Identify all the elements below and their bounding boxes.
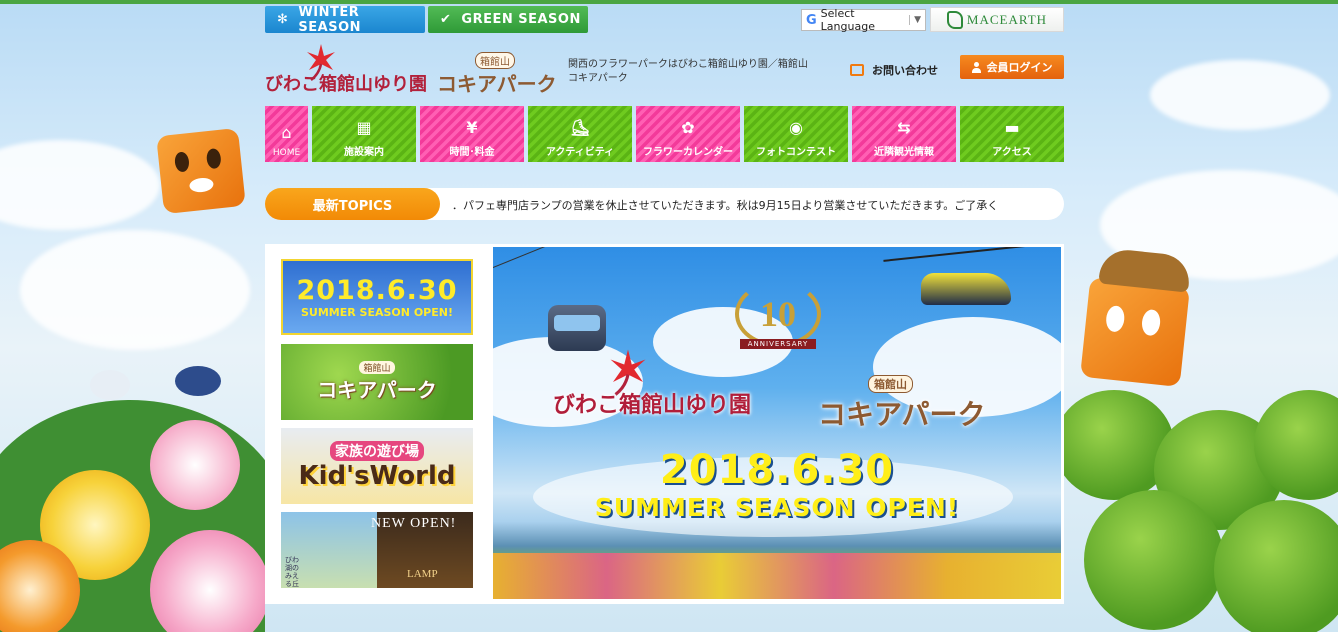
yuri-park-logo[interactable]: びわこ箱館山ゆり園 xyxy=(265,42,427,98)
topics-ticker-text[interactable]: ．パフェ専門店ランプの営業を休止させていただきます。秋は9月15日より営業させて… xyxy=(452,197,1057,213)
kids-world-banner[interactable]: 家族の遊び場 Kid'sWorld xyxy=(281,428,473,504)
hero-date: 2018.6.30 xyxy=(659,447,895,493)
new-open-banner[interactable]: びわ湖のみえる丘 LAMP NEW OPEN! xyxy=(281,512,473,588)
hero-yuri-logo: びわこ箱館山ゆり園 xyxy=(553,392,752,417)
language-select[interactable]: G Select Language ▼ xyxy=(801,7,926,33)
gondola-icon xyxy=(548,305,606,351)
mascot-eye xyxy=(1104,304,1126,333)
cloud xyxy=(20,230,250,350)
winter-season-tab[interactable]: ✻ WINTER SEASON xyxy=(265,4,425,35)
topics-label: 最新TOPICS xyxy=(265,188,440,220)
hero-kokia-sub: 箱館山 xyxy=(868,375,913,393)
cloud xyxy=(0,140,160,230)
kids-world-title: Kid'sWorld xyxy=(298,461,456,491)
helicopter-rotor xyxy=(883,247,1053,262)
nav-hours-fees-label: 時間･料金 xyxy=(449,147,495,158)
left-flower-scene xyxy=(0,360,265,632)
hill-caption: びわ湖のみえる丘 xyxy=(285,556,299,588)
lamp-label: LAMP xyxy=(407,568,438,580)
camera-icon: ◉ xyxy=(789,118,803,137)
macearth-mark-icon xyxy=(946,10,963,29)
kokia-park-logo[interactable]: 箱館山 コキアパーク xyxy=(437,52,557,98)
nav-access-label: アクセス xyxy=(992,147,1032,158)
language-select-label: Select Language xyxy=(820,7,875,33)
nav-hours-fees[interactable]: ¥ 時間･料金 xyxy=(420,106,524,162)
kokia-bush xyxy=(1084,490,1224,630)
mascot-right xyxy=(1080,277,1190,387)
right-kokia-scene xyxy=(1064,370,1338,632)
green-season-tab[interactable]: ✔ GREEN SEASON xyxy=(428,6,588,33)
nav-flower-calendar-label: フラワーカレンダー xyxy=(643,147,733,158)
summer-open-caption: SUMMER SEASON OPEN! xyxy=(301,305,453,319)
mail-icon xyxy=(850,64,864,76)
google-icon: G xyxy=(806,12,817,28)
yuri-park-logo-text: びわこ箱館山ゆり園 xyxy=(265,74,427,94)
main-nav: ⌂ HOME ▦ 施設案内 ¥ 時間･料金 ⛸ アクティビティ ✿ フラワーカレ… xyxy=(265,106,1064,162)
person-icon xyxy=(971,61,981,73)
nav-photo-contest[interactable]: ◉ フォトコンテスト xyxy=(744,106,848,162)
mascot-eye xyxy=(173,151,190,173)
nav-photo-contest-label: フォトコンテスト xyxy=(756,147,836,158)
chevron-down-icon: ▼ xyxy=(909,15,925,25)
leaf-icon: ✔ xyxy=(440,12,452,27)
mascot-eye xyxy=(205,147,222,170)
home-icon: ⌂ xyxy=(281,123,292,142)
hero-banner[interactable]: 10 ANNIVERSARY びわこ箱館山ゆり園 箱館山 コキアパーク 2018… xyxy=(493,247,1061,599)
member-login-label: 会員ログイン xyxy=(986,61,1053,74)
summer-open-banner[interactable]: 2018.6.30 SUMMER SEASON OPEN! xyxy=(281,259,473,335)
flower-icon: ✿ xyxy=(681,118,695,137)
nav-facilities-label: 施設案内 xyxy=(344,147,384,158)
hill-photo: びわ湖のみえる丘 xyxy=(281,512,377,588)
yen-icon: ¥ xyxy=(466,118,478,137)
hero-open-caption: SUMMER SEASON OPEN! xyxy=(594,493,960,522)
cloud xyxy=(1150,60,1330,130)
nav-activity-label: アクティビティ xyxy=(545,147,615,158)
macearth-label: MACEARTH xyxy=(966,11,1048,27)
nav-nearby-sightseeing[interactable]: ⇆ 近隣観光情報 xyxy=(852,106,956,162)
summer-open-date: 2018.6.30 xyxy=(296,274,458,306)
anniversary-emblem: 10 ANNIVERSARY xyxy=(728,281,828,371)
helicopter-icon xyxy=(921,273,1011,305)
contact-label: お問い合わせ xyxy=(872,64,938,77)
snowflake-icon: ✻ xyxy=(277,12,289,27)
signpost-icon: ⇆ xyxy=(897,118,911,137)
nav-flower-calendar[interactable]: ✿ フラワーカレンダー xyxy=(636,106,740,162)
contact-link[interactable]: お問い合わせ xyxy=(850,62,938,78)
nav-nearby-sightseeing-label: 近隣観光情報 xyxy=(874,147,934,158)
shoe-icon: ⛸ xyxy=(569,118,591,137)
hero-kokia-logo: コキアパーク xyxy=(818,398,986,431)
member-login-button[interactable]: 会員ログイン xyxy=(960,55,1064,79)
mascot-eye xyxy=(1140,308,1162,337)
car-icon: ▬ xyxy=(1004,118,1020,137)
flower-field xyxy=(493,553,1061,599)
kokia-banner-sub: 箱館山 xyxy=(359,361,395,374)
kokia-logo-sub: 箱館山 xyxy=(475,52,515,69)
winter-season-label: WINTER SEASON xyxy=(298,4,362,35)
nav-home[interactable]: ⌂ HOME xyxy=(265,106,308,162)
umbrella xyxy=(175,366,221,396)
kokia-park-banner[interactable]: 箱館山 コキアパーク xyxy=(281,344,473,420)
kids-world-sub: 家族の遊び場 xyxy=(330,441,424,461)
site-description: 関西のフラワーパークはびわこ箱館山ゆり園／箱館山コキアパーク xyxy=(568,59,808,84)
mascot-mouth xyxy=(188,176,215,194)
ropeway-cable xyxy=(493,247,605,268)
kokia-logo-text: コキアパーク xyxy=(437,72,557,96)
anniversary-number: 10 xyxy=(735,281,821,347)
kokia-banner-title: コキアパーク xyxy=(317,378,437,402)
umbrella xyxy=(90,370,130,400)
new-open-label: NEW OPEN! xyxy=(371,516,457,531)
macearth-logo-link[interactable]: MACEARTH xyxy=(930,7,1064,32)
green-season-label: GREEN SEASON xyxy=(461,12,581,27)
anniversary-ribbon: ANNIVERSARY xyxy=(739,339,817,349)
nav-facilities[interactable]: ▦ 施設案内 xyxy=(312,106,416,162)
mascot-left xyxy=(156,127,246,215)
nav-home-label: HOME xyxy=(272,148,301,158)
nav-activity[interactable]: ⛸ アクティビティ xyxy=(528,106,632,162)
nav-access[interactable]: ▬ アクセス xyxy=(960,106,1064,162)
top-accent-line xyxy=(0,0,1338,4)
lily-flower xyxy=(150,420,240,510)
building-icon: ▦ xyxy=(356,118,372,137)
